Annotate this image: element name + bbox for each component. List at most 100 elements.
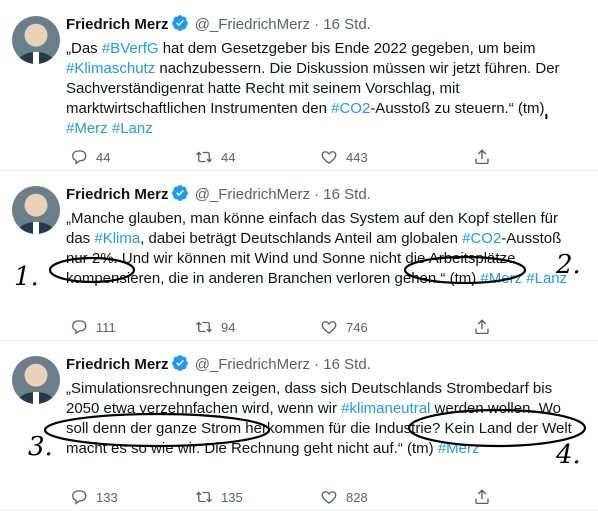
tweet-text-line: #Klimaschutz nachzubessern. Die Diskussi… [66,59,586,79]
verified-badge-icon [171,14,189,38]
like-button[interactable]: 443 [320,148,368,166]
tweet[interactable]: Friedrich Merz @_FriedrichMerz · 16 Std.… [0,0,598,171]
tweet-text-line: kompensieren, die in anderen Branchen ve… [66,269,586,289]
retweet-button[interactable]: 44 [195,148,235,166]
reply-button[interactable]: 133 [70,488,118,506]
text-segment: nachzubessern. Die Diskussion müssen wir… [155,60,560,77]
like-button[interactable]: 746 [320,318,368,336]
annotation-number-2: 2. [556,250,581,280]
share-button[interactable] [473,488,491,506]
hashtag-link[interactable]: #Merz [480,270,522,287]
verified-badge-icon [171,354,189,378]
hashtag-link[interactable]: #CO2 [462,230,501,247]
tweet-header: Friedrich Merz @_FriedrichMerz · 16 Std. [66,184,586,208]
tweet-text-line: Sachverständigenrat hatte Recht mit sein… [66,79,586,99]
tweet-text-line: das #Klima, dabei beträgt Deutschlands A… [66,229,586,249]
text-segment: 2050 etwa verzehnfachen wird, wenn wir [66,400,342,417]
text-segment: , dabei beträgt Deutschlands Anteil am g… [140,230,463,247]
author-name[interactable]: Friedrich Merz [66,16,169,33]
text-segment: „Manche glauben, man könne einfach das S… [66,210,558,227]
tweet-header: Friedrich Merz @_FriedrichMerz · 16 Std. [66,14,586,38]
author-name[interactable]: Friedrich Merz [66,356,169,373]
author-handle[interactable]: @_FriedrichMerz [195,186,310,203]
retweet-count: 44 [221,149,236,165]
tweet-text-line: „Das #BVerfG hat dem Gesetzgeber bis End… [66,39,586,59]
share-button[interactable] [473,318,491,336]
like-count: 443 [346,149,368,165]
retweet-button[interactable]: 94 [195,318,235,336]
separator: · [314,356,320,373]
like-count: 828 [346,489,368,505]
text-segment: „Simulationsrechnungen zeigen, dass sich… [66,380,553,397]
retweet-count: 135 [221,489,243,505]
retweet-button[interactable]: 135 [195,488,243,506]
text-segment: soll denn der ganze Strom herkommen für … [66,420,572,437]
tweet-text-line: macht es so wie wir. Die Rechnung geht n… [66,439,586,459]
heart-icon [321,151,337,164]
text-segment: -Ausstoß [501,230,562,247]
retweet-icon [196,321,212,333]
heart-icon [321,491,337,504]
tweet-text-line: „Simulationsrechnungen zeigen, dass sich… [66,379,586,399]
hashtag-link[interactable]: #CO2 [331,100,370,117]
tweet-text-line: „Manche glauben, man könne einfach das S… [66,209,586,229]
retweet-icon [196,151,212,163]
text-segment: marktwirtschaftlichen Instrumenten den [66,100,332,117]
tweet-text: „Simulationsrechnungen zeigen, dass sich… [66,379,586,459]
avatar[interactable] [12,356,60,404]
timestamp[interactable]: 16 Std. [323,16,371,33]
reply-button[interactable]: 44 [70,148,110,166]
tweet-text: „Manche glauben, man könne einfach das S… [66,209,586,289]
annotation-number-4: 4. [556,440,581,470]
reply-button[interactable]: 111 [70,318,116,336]
like-count: 746 [346,319,368,335]
hashtag-link[interactable]: #Klimaschutz [66,60,155,77]
heart-icon [321,321,337,334]
tweet-header: Friedrich Merz @_FriedrichMerz · 16 Std. [66,354,586,378]
tweet-text-line: 2050 etwa verzehnfachen wird, wenn wir #… [66,399,586,419]
verified-badge-icon [171,184,189,208]
timestamp[interactable]: 16 Std. [323,186,371,203]
text-segment: das [66,230,95,247]
text-segment: -Ausstoß zu steuern.“ (tm) [370,100,545,117]
tweet[interactable]: Friedrich Merz @_FriedrichMerz · 16 Std.… [0,340,598,511]
like-button[interactable]: 828 [320,488,368,506]
text-segment: Sachverständigenrat hatte Recht mit sein… [66,80,460,97]
hashtag-link[interactable]: #Merz [66,120,108,137]
text-segment: kompensieren, die in anderen Branchen ve… [66,270,481,287]
reply-icon [72,320,87,335]
hashtag-link[interactable]: #Klima [94,230,140,247]
timestamp[interactable]: 16 Std. [323,356,371,373]
avatar[interactable] [12,16,60,64]
share-button[interactable] [473,148,491,166]
reply-count: 133 [96,489,118,505]
separator: · [314,16,320,33]
tweet-text-line: #Merz #Lanz [66,119,586,139]
tweet-text: „Das #BVerfG hat dem Gesetzgeber bis End… [66,39,586,139]
tweet-text-line: nur 2%. Und wir können mit Wind und Sonn… [66,249,586,269]
share-icon [475,319,489,335]
author-handle[interactable]: @_FriedrichMerz [195,356,310,373]
tweet-actions: 44 44 443 [66,148,586,168]
hashtag-link[interactable]: #BVerfG [102,40,159,57]
reply-count: 111 [96,319,116,335]
reply-icon [72,150,87,165]
tweet-text-line: soll denn der ganze Strom herkommen für … [66,419,586,439]
text-segment: macht es so wie wir. Die Rechnung geht n… [66,440,438,457]
author-name[interactable]: Friedrich Merz [66,186,169,203]
share-icon [475,149,489,165]
share-icon [475,489,489,505]
tweet[interactable]: Friedrich Merz @_FriedrichMerz · 16 Std.… [0,170,598,341]
tweet-actions: 111 94 746 [66,318,586,338]
avatar[interactable] [12,186,60,234]
retweet-icon [196,491,212,503]
author-handle[interactable]: @_FriedrichMerz [195,16,310,33]
hashtag-link[interactable]: #Merz [438,440,480,457]
hashtag-link[interactable]: #klimaneutral [341,400,430,417]
text-segment: nur 2%. Und wir können mit Wind und Sonn… [66,250,516,267]
separator: · [314,186,320,203]
hashtag-link[interactable]: #Lanz [112,120,153,137]
annotation-number-1: 1. [14,262,39,292]
text-segment: „Das [66,40,102,57]
annotation-number-3: 3. [28,432,53,462]
